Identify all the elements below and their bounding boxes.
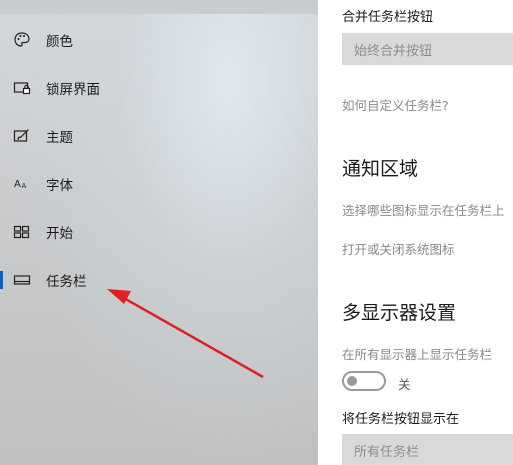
- combine-buttons-dropdown[interactable]: 始终合并按钮: [342, 33, 513, 65]
- toggle-knob: [347, 376, 357, 386]
- sidebar-item-label: 开始: [46, 226, 73, 242]
- taskbar-icon: [12, 270, 32, 290]
- sidebar-item-taskbar[interactable]: 任务栏: [0, 260, 318, 300]
- palette-icon: [12, 30, 32, 50]
- combine-buttons-label: 合并任务栏按钮: [342, 10, 434, 25]
- svg-text:A: A: [14, 179, 21, 190]
- notification-area-heading: 通知区域: [342, 158, 419, 180]
- sidebar-item-fonts[interactable]: A A 字体: [0, 164, 318, 204]
- toggle-state-label: 关: [398, 377, 411, 392]
- theme-brush-icon: [12, 126, 32, 146]
- customize-taskbar-link[interactable]: 如何自定义任务栏?: [342, 95, 449, 114]
- sidebar-item-start[interactable]: 开始: [0, 212, 318, 252]
- selected-indicator: [0, 271, 3, 289]
- sidebar-item-themes[interactable]: 主题: [0, 116, 318, 156]
- show-taskbar-all-displays-label: 在所有显示器上显示任务栏: [342, 347, 493, 362]
- sidebar-item-label: 主题: [46, 130, 73, 146]
- show-buttons-on-value: 所有任务栏: [354, 444, 420, 460]
- show-buttons-on-label: 将任务栏按钮显示在: [342, 412, 460, 427]
- show-taskbar-all-displays-toggle[interactable]: [342, 371, 386, 391]
- lockscreen-icon: [12, 78, 32, 98]
- system-icons-link[interactable]: 打开或关闭系统图标: [342, 239, 455, 258]
- sidebar-item-label: 任务栏: [46, 274, 87, 290]
- sidebar-item-label: 锁屏界面: [46, 82, 100, 98]
- sidebar-item-label: 颜色: [46, 34, 73, 50]
- svg-text:A: A: [22, 182, 27, 190]
- multiple-displays-heading: 多显示器设置: [342, 302, 457, 324]
- font-icon: A A: [12, 174, 32, 194]
- start-grid-icon: [12, 222, 32, 242]
- show-buttons-on-dropdown[interactable]: 所有任务栏: [342, 434, 513, 465]
- combine-buttons-value: 始终合并按钮: [354, 43, 433, 59]
- sidebar-item-lockscreen[interactable]: 锁屏界面: [0, 68, 318, 108]
- sidebar-item-colors[interactable]: 颜色: [0, 20, 318, 60]
- settings-sidebar: 颜色 锁屏界面 主题 A A 字体 开始 任务栏: [0, 0, 318, 465]
- taskbar-settings-panel: 合并任务栏按钮 始终合并按钮 如何自定义任务栏? 通知区域 选择哪些图标显示在任…: [318, 0, 513, 465]
- select-icons-link[interactable]: 选择哪些图标显示在任务栏上: [342, 200, 505, 219]
- sidebar-top-band: [0, 0, 318, 14]
- sidebar-item-label: 字体: [46, 178, 73, 194]
